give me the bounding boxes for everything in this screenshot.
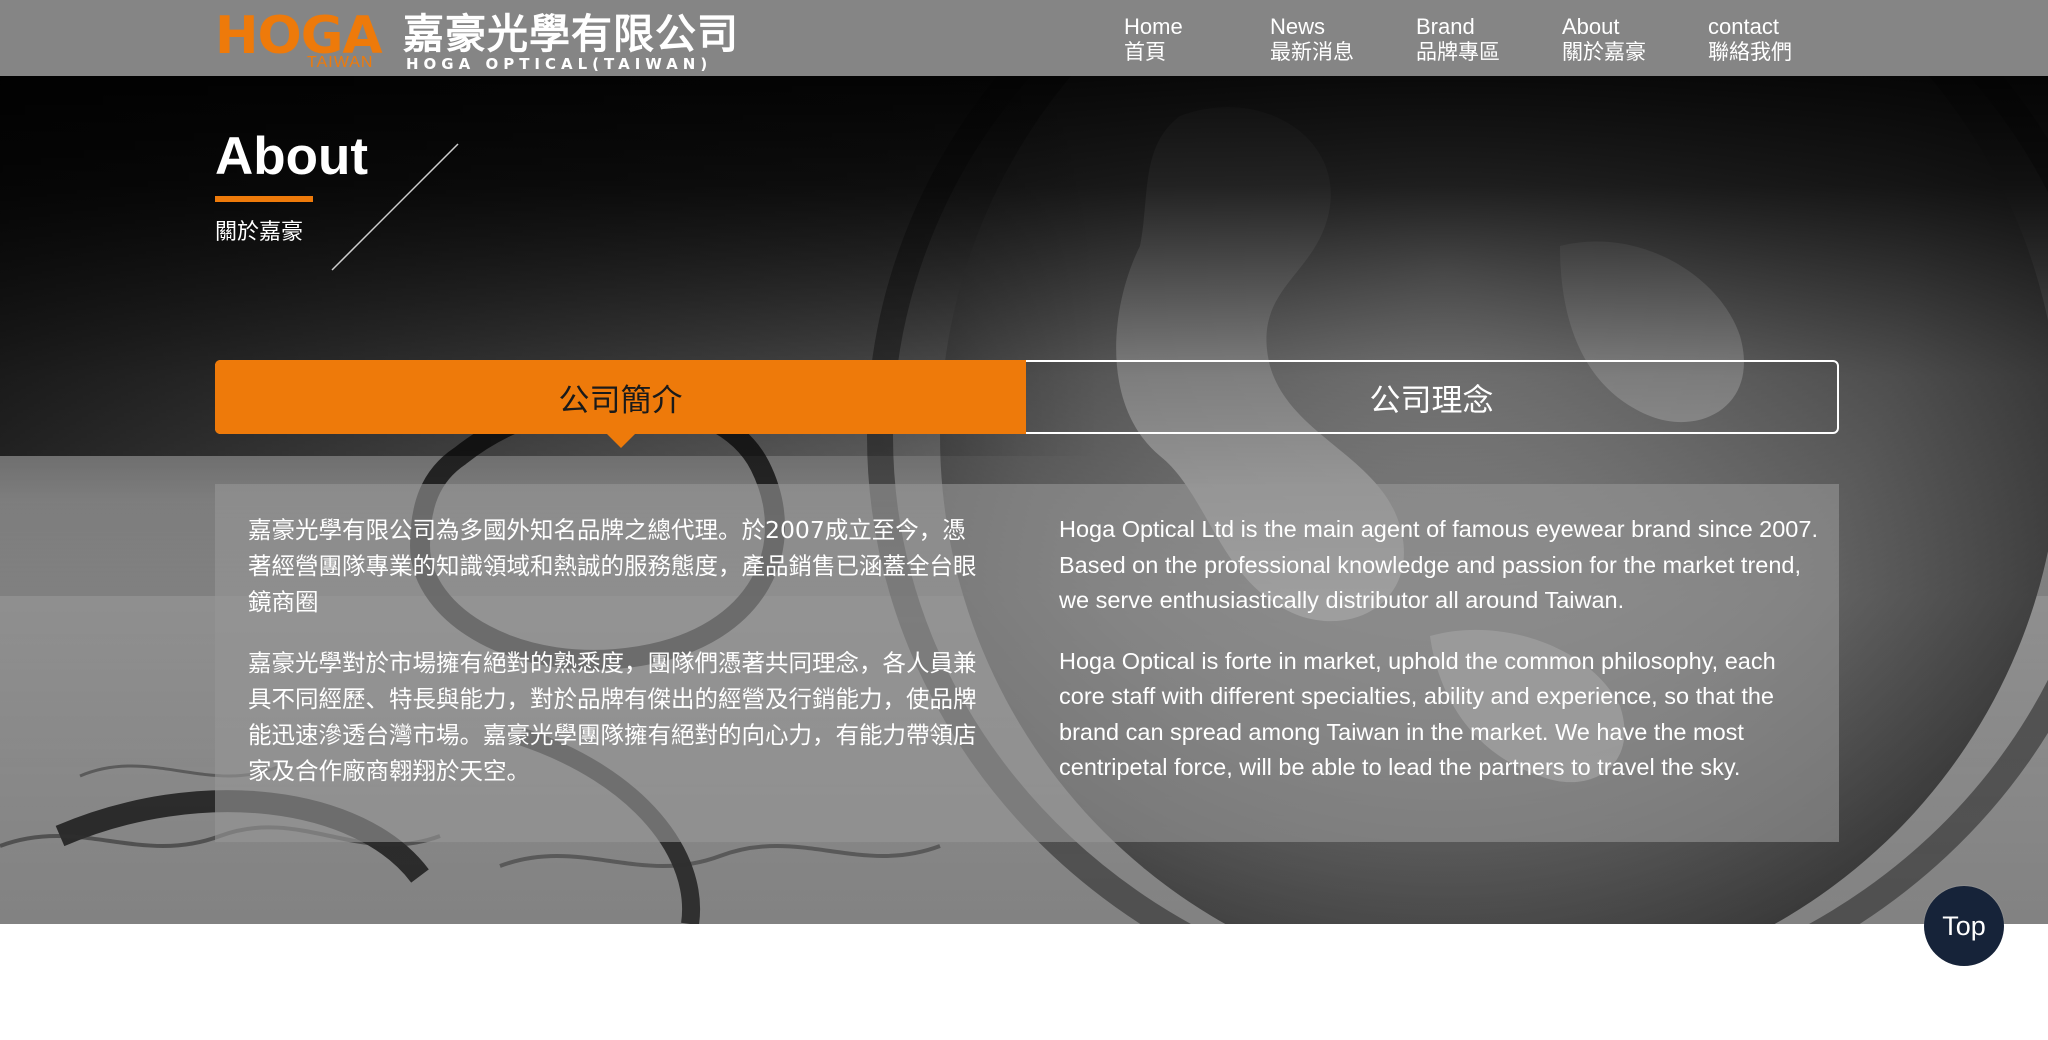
about-tabs: 公司簡介 公司理念 — [215, 360, 1839, 448]
nav-item-contact[interactable]: contact 聯絡我們 — [1708, 14, 1854, 68]
nav-item-label-en: About — [1562, 14, 1620, 39]
tab-label: 公司簡介 — [558, 382, 683, 419]
title-underline — [215, 196, 313, 202]
nav-item-label-cn: 品牌專區 — [1416, 41, 1500, 64]
nav-item-label-en: contact — [1708, 14, 1779, 39]
about-hero: About 關於嘉豪 公司簡介 公司理念 嘉豪光學有限公司為多國外知名品牌之總代… — [0, 76, 2048, 924]
nav-item-brand[interactable]: Brand 品牌專區 — [1416, 14, 1562, 68]
about-content-panel: 嘉豪光學有限公司為多國外知名品牌之總代理。於2007成立至今，憑著經營團隊專業的… — [215, 484, 1839, 842]
content-column-cn: 嘉豪光學有限公司為多國外知名品牌之總代理。於2007成立至今，憑著經營團隊專業的… — [248, 512, 988, 814]
content-column-en: Hoga Optical Ltd is the main agent of fa… — [1059, 512, 1819, 811]
page-subtitle: 關於嘉豪 — [215, 219, 304, 244]
nav-item-about[interactable]: About 關於嘉豪 — [1562, 14, 1708, 68]
tab-company-profile[interactable]: 公司簡介 — [215, 360, 1026, 448]
logo-company-en: HOGA OPTICAL(TAIWAN) — [406, 55, 713, 73]
content-paragraph-en: Hoga Optical is forte in market, uphold … — [1059, 647, 1776, 781]
nav-item-label-cn: 聯絡我們 — [1708, 41, 1792, 64]
nav-item-home[interactable]: Home 首頁 — [1124, 14, 1270, 68]
nav-item-label-cn: 最新消息 — [1270, 41, 1354, 64]
site-header: HOGA TAIWAN 嘉豪光學有限公司 HOGA OPTICAL(TAIWAN… — [0, 0, 2048, 76]
nav-item-label-en: Home — [1124, 14, 1183, 39]
nav-item-news[interactable]: News 最新消息 — [1270, 14, 1416, 68]
nav-item-label-cn: 關於嘉豪 — [1562, 41, 1646, 64]
tab-company-philosophy[interactable]: 公司理念 — [1026, 362, 1837, 432]
nav-item-label-en: Brand — [1416, 14, 1475, 39]
back-to-top-button[interactable]: Top — [1924, 886, 2004, 966]
nav-item-label-cn: 首頁 — [1124, 41, 1166, 64]
content-paragraph-en: Hoga Optical Ltd is the main agent of fa… — [1059, 516, 1818, 613]
logo-company-cn: 嘉豪光學有限公司 — [403, 10, 739, 58]
title-diagonal-line — [331, 143, 459, 271]
tab-label: 公司理念 — [1369, 382, 1494, 419]
main-nav: Home 首頁 News 最新消息 Brand 品牌專區 About 關於嘉豪 … — [1124, 14, 1854, 68]
site-logo[interactable]: HOGA TAIWAN 嘉豪光學有限公司 HOGA OPTICAL(TAIWAN… — [215, 8, 755, 74]
content-paragraph-cn: 嘉豪光學對於市場擁有絕對的熟悉度，團隊們憑著共同理念，各人員兼具不同經歷、特長與… — [248, 649, 977, 785]
logo-region-text: TAIWAN — [307, 54, 374, 71]
active-tab-caret-icon — [606, 434, 635, 448]
nav-item-label-en: News — [1270, 14, 1326, 39]
content-paragraph-cn: 嘉豪光學有限公司為多國外知名品牌之總代理。於2007成立至今，憑著經營團隊專業的… — [248, 516, 977, 616]
